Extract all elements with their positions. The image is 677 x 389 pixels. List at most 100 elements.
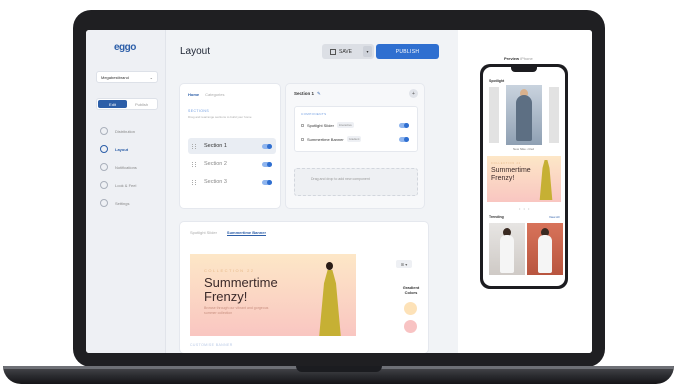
distribution-icon [100, 127, 108, 135]
section-row[interactable]: Section 3 [188, 174, 276, 190]
trending-product-card[interactable] [527, 223, 563, 275]
customise-banner-label: CUSTOMISE BANNER [190, 343, 233, 347]
model-body [500, 235, 514, 273]
banner-model-image [312, 262, 348, 336]
model-body [538, 235, 552, 273]
slide-next-image [549, 87, 559, 143]
preview-spotlight-title: Spotlight [489, 79, 505, 83]
sidebar-item-label: Distribution [115, 128, 136, 134]
sidebar-item-label: Layout [115, 146, 129, 152]
banner-title-line1: Summertime [204, 275, 278, 290]
sidebar-item-label: Notifications [115, 164, 137, 170]
tab-categories[interactable]: Categories [205, 92, 224, 97]
preview-banner-model [539, 160, 553, 200]
component-badge: Gradient [346, 136, 362, 142]
sidebar-item-label: Settings [115, 200, 130, 206]
gear-icon [100, 199, 108, 207]
preview-spotlight-slider[interactable] [489, 85, 559, 145]
trending-product-card[interactable] [489, 223, 525, 275]
preview-banner[interactable]: COLLECTION 22 Summertime Frenzy! [487, 156, 561, 202]
section-visibility-toggle[interactable] [262, 161, 272, 167]
main-area: Layout SAVE ▾ PUBLISH Home Categories SE… [166, 30, 439, 353]
section-label: Section 2 [204, 161, 227, 167]
section-detail-title-text: Section 1 [294, 91, 315, 96]
sidebar-item-layout[interactable]: Layout [100, 140, 164, 158]
component-row[interactable]: Spotlight Slider Interactive [301, 121, 413, 129]
phone-notch [511, 67, 537, 72]
publish-button[interactable]: PUBLISH [376, 44, 439, 59]
color-swatch-peach[interactable] [404, 302, 417, 315]
preview-slide-caption: New Nike • Red [513, 147, 535, 151]
laptop-notch [296, 366, 382, 372]
color-swatch-pink[interactable] [404, 320, 417, 333]
slide-current-image [506, 85, 542, 145]
components-box: COMPONENTS Spotlight Slider Interactive … [294, 106, 418, 152]
banner-title: Summertime Frenzy! [204, 276, 278, 304]
preview-panel: Preview iPhone Spotlight New Nike • Red [458, 30, 592, 353]
components-heading: COMPONENTS [301, 112, 327, 116]
tab-summertime-banner[interactable]: Summertime Banner [226, 230, 267, 236]
section-row[interactable]: Section 2 [188, 156, 276, 172]
app-screen: eggo Megabestbrand ⌄ Edit Publish Distri… [86, 30, 592, 353]
save-button-label: SAVE [339, 48, 352, 55]
drag-handle-icon[interactable] [301, 137, 304, 141]
preview-banner-title: Summertime Frenzy! [491, 167, 531, 182]
palette-icon [100, 181, 108, 189]
preview-banner-title-2: Frenzy! [491, 174, 515, 182]
sections-panel: Home Categories SECTIONS Drag and rearra… [180, 84, 280, 208]
banner-preview[interactable]: COLLECTION 22 Summertime Frenzy! Browse … [190, 254, 356, 336]
pagination-dots[interactable]: • • • [519, 206, 530, 211]
tab-home[interactable]: Home [188, 92, 199, 97]
component-name: Spotlight Slider [307, 122, 334, 128]
preview-device-text[interactable]: iPhone [520, 56, 532, 61]
sidebar-item-notifications[interactable]: Notifications [100, 158, 164, 176]
save-button[interactable]: SAVE ▾ [322, 44, 374, 59]
gradient-colors-label: Gradient Colors [402, 285, 420, 295]
save-icon [330, 48, 336, 55]
sidebar-item-distribution[interactable]: Distribution [100, 122, 164, 140]
preview-label-text: Preview [504, 56, 520, 61]
preview-trending-title: Trending [489, 215, 504, 219]
section-row[interactable]: Section 1 [188, 138, 276, 154]
drag-handle-icon[interactable] [192, 143, 196, 149]
sidebar-item-look-feel[interactable]: Look & Feel [100, 176, 164, 194]
banner-title-line2: Frenzy! [204, 289, 248, 304]
sections-description: Drag and rearrange sections to build you… [188, 115, 252, 119]
mode-publish-button[interactable]: Publish [127, 100, 156, 108]
drag-handle-icon[interactable] [301, 123, 304, 127]
banner-subtitle: Browse through our vibrant and gorgeous … [204, 306, 269, 315]
banner-editor: Spotlight Slider Summertime Banner COLLE… [180, 222, 428, 353]
page-title: Layout [180, 46, 211, 57]
add-component-button[interactable]: + [409, 89, 418, 98]
component-row[interactable]: Summertime Banner Gradient [301, 135, 413, 143]
preview-view-all-link[interactable]: View All [549, 215, 559, 219]
banner-tabs: Spotlight Slider Summertime Banner [190, 230, 276, 236]
store-select[interactable]: Megabestbrand ⌄ [96, 71, 158, 83]
mode-edit-button[interactable]: Edit [98, 100, 127, 108]
component-drop-zone[interactable]: Drag and drop to add new component [294, 168, 418, 196]
component-visibility-toggle[interactable] [399, 122, 409, 128]
sections-heading: SECTIONS [188, 109, 210, 113]
bell-icon [100, 163, 108, 171]
section-detail-panel: Section 1 ✎ + COMPONENTS Spotlight Slider… [286, 84, 424, 208]
app-logo[interactable]: eggo [114, 42, 136, 53]
tab-spotlight-slider[interactable]: Spotlight Slider [190, 230, 217, 236]
model-head [326, 262, 333, 270]
section-visibility-toggle[interactable] [262, 179, 272, 185]
component-name: Summertime Banner [307, 136, 344, 142]
edit-icon[interactable]: ✎ [317, 91, 321, 96]
section-visibility-toggle[interactable] [262, 143, 272, 149]
preview-banner-kicker: COLLECTION 22 [491, 162, 521, 165]
sidebar-item-settings[interactable]: Settings [100, 194, 164, 212]
sidebar-item-label: Look & Feel [115, 182, 137, 188]
section-detail-title: Section 1 ✎ [294, 91, 321, 97]
drag-handle-icon[interactable] [192, 161, 196, 167]
drag-handle-icon[interactable] [192, 179, 196, 185]
laptop-mockup: eggo Megabestbrand ⌄ Edit Publish Distri… [0, 0, 677, 389]
component-visibility-toggle[interactable] [399, 136, 409, 142]
section-label: Section 1 [204, 143, 227, 149]
layout-options-button[interactable]: ⊞ ▾ [396, 260, 412, 268]
save-options-button[interactable]: ▾ [363, 46, 372, 57]
section-label: Section 3 [204, 179, 227, 185]
model-body [516, 95, 532, 141]
